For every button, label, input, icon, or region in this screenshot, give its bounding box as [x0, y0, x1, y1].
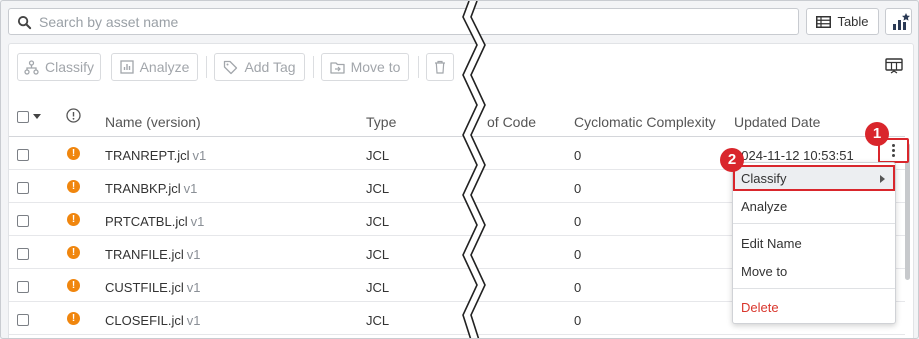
column-header-updated-date[interactable]: Updated Date: [734, 107, 820, 137]
row-checkbox[interactable]: [17, 248, 29, 260]
callout-badge-2: 2: [720, 148, 744, 172]
chevron-down-icon[interactable]: [33, 114, 41, 119]
kebab-dot: [892, 154, 895, 157]
warning-icon: !: [67, 312, 80, 325]
asset-version: v1: [186, 247, 201, 262]
vertical-scrollbar[interactable]: [905, 143, 910, 280]
complexity-cell: 0: [574, 247, 582, 262]
analyze-chart-icon: [119, 60, 134, 74]
asset-name: CUSTFILE.jcl: [105, 280, 184, 295]
menu-item-move-to-label: Move to: [741, 263, 788, 279]
asset-name-cell[interactable]: TRANREPT.jcl v1: [105, 148, 206, 163]
menu-item-edit-name-label: Edit Name: [741, 235, 802, 251]
asset-name: TRANFILE.jcl: [105, 247, 184, 262]
warning-icon: !: [67, 279, 80, 292]
toolbar-divider: [313, 56, 314, 78]
complexity-cell: 0: [574, 214, 582, 229]
submenu-arrow-icon: [880, 175, 885, 183]
menu-divider: [733, 223, 895, 224]
toolbar-divider: [418, 56, 419, 78]
delete-toolbar-button[interactable]: [426, 53, 454, 81]
chart-star-icon: [893, 13, 910, 30]
asset-name: TRANREPT.jcl: [105, 148, 190, 163]
type-cell: JCL: [366, 247, 390, 262]
warning-icon: !: [67, 147, 80, 160]
asset-version: v1: [186, 280, 201, 295]
search-icon: [17, 15, 32, 30]
move-to-toolbar-button[interactable]: Move to: [321, 53, 409, 81]
kebab-dot: [892, 149, 895, 152]
asset-name-cell[interactable]: TRANFILE.jcl v1: [105, 247, 200, 262]
search-input[interactable]: [39, 12, 779, 32]
row-checkbox[interactable]: [17, 215, 29, 227]
classify-toolbar-label: Classify: [44, 59, 94, 75]
asset-name-cell[interactable]: PRTCATBL.jcl v1: [105, 214, 204, 229]
add-tag-toolbar-label: Add Tag: [244, 59, 296, 75]
asset-name-cell[interactable]: TRANBKP.jcl v1: [105, 181, 197, 196]
classify-toolbar-button[interactable]: Classify: [17, 53, 101, 81]
row-checkbox[interactable]: [17, 314, 29, 326]
warning-icon: !: [67, 180, 80, 193]
callout-badge-1: 1: [865, 122, 889, 146]
row-context-menu: Classify Analyze Edit Name Move to Delet…: [732, 162, 896, 324]
toolbar-divider: [206, 56, 207, 78]
complexity-cell: 0: [574, 148, 582, 163]
asset-name: PRTCATBL.jcl: [105, 214, 188, 229]
menu-item-edit-name[interactable]: Edit Name: [733, 230, 895, 256]
table-view-button[interactable]: Table: [806, 8, 879, 35]
cut-mark: [462, 1, 486, 338]
asset-name-cell[interactable]: CUSTFILE.jcl v1: [105, 280, 200, 295]
type-cell: JCL: [366, 181, 390, 196]
menu-item-classify[interactable]: Classify: [733, 165, 895, 191]
table-view-label: Table: [837, 14, 869, 29]
asset-name: CLOSEFIL.jcl: [105, 313, 184, 328]
add-tag-toolbar-button[interactable]: Add Tag: [214, 53, 305, 81]
complexity-cell: 0: [574, 313, 582, 328]
row-checkbox[interactable]: [17, 281, 29, 293]
row-checkbox[interactable]: [17, 182, 29, 194]
column-header-name[interactable]: Name (version): [105, 107, 201, 137]
chart-view-button[interactable]: [885, 8, 912, 35]
column-header-lines-of-code[interactable]: of Code: [487, 107, 536, 137]
tag-icon: [224, 60, 238, 74]
menu-item-delete-label: Delete: [741, 299, 779, 315]
warning-icon: !: [67, 213, 80, 226]
select-all-checkbox[interactable]: [17, 111, 29, 123]
complexity-cell: 0: [574, 181, 582, 196]
app-frame: Table Classify Anal: [0, 0, 919, 339]
search-box[interactable]: [8, 8, 799, 35]
asset-version: v1: [186, 313, 201, 328]
menu-item-classify-label: Classify: [741, 170, 787, 186]
updated-date-cell: 2024-11-12 10:53:51: [734, 148, 854, 163]
kebab-dot: [892, 144, 895, 147]
analyze-toolbar-button[interactable]: Analyze: [111, 53, 198, 81]
analyze-toolbar-label: Analyze: [139, 59, 190, 75]
status-info-icon: [66, 108, 81, 123]
column-header-cyclomatic-complexity[interactable]: Cyclomatic Complexity: [574, 107, 716, 137]
menu-item-analyze-label: Analyze: [741, 198, 788, 214]
type-cell: JCL: [366, 313, 390, 328]
asset-version: v1: [190, 214, 205, 229]
menu-divider: [733, 288, 895, 289]
row-checkbox[interactable]: [17, 149, 29, 161]
warning-icon: !: [67, 246, 80, 259]
column-settings-icon[interactable]: [885, 58, 903, 74]
hierarchy-icon: [24, 59, 39, 75]
complexity-cell: 0: [574, 280, 582, 295]
menu-item-analyze[interactable]: Analyze: [733, 193, 895, 219]
asset-name-cell[interactable]: CLOSEFIL.jcl v1: [105, 313, 200, 328]
move-folder-icon: [329, 61, 345, 74]
table-icon: [816, 15, 832, 28]
column-header-type[interactable]: Type: [366, 107, 396, 137]
asset-version: v1: [183, 181, 198, 196]
trash-icon: [435, 60, 445, 74]
menu-item-delete[interactable]: Delete: [733, 294, 895, 320]
type-cell: JCL: [366, 148, 390, 163]
move-to-toolbar-label: Move to: [350, 59, 401, 75]
type-cell: JCL: [366, 280, 390, 295]
asset-version: v1: [192, 148, 207, 163]
menu-item-move-to[interactable]: Move to: [733, 258, 895, 284]
asset-name: TRANBKP.jcl: [105, 181, 181, 196]
type-cell: JCL: [366, 214, 390, 229]
